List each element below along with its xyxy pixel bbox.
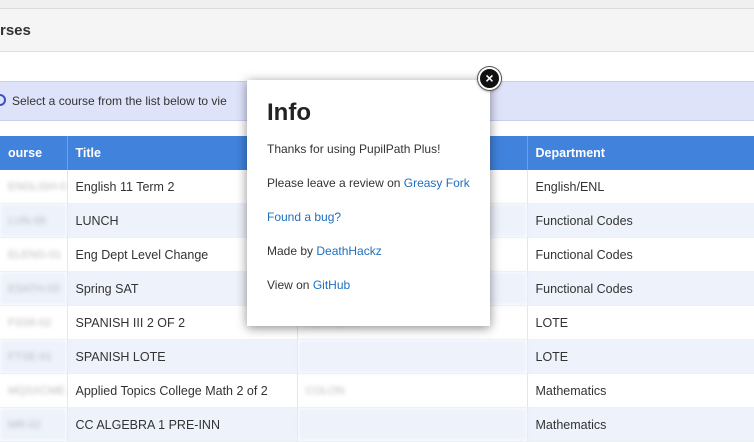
department-cell: English/ENL <box>527 170 754 204</box>
department-cell: LOTE <box>527 305 754 340</box>
column-header-department[interactable]: Department <box>527 136 754 170</box>
thanks-text: Thanks for using PupilPath Plus! <box>267 142 441 156</box>
found-bug-link[interactable]: Found a bug? <box>267 210 341 224</box>
made-by-text: Made by <box>267 244 317 258</box>
info-icon <box>0 94 6 106</box>
course-code-cell: ESATH-03 <box>0 271 68 306</box>
table-row[interactable]: FTSE-01 SPANISH LOTE LOTE <box>0 339 754 374</box>
github-line: View on GitHub <box>267 278 470 293</box>
author-link[interactable]: DeathHackz <box>316 244 381 258</box>
course-code-cell: LUN-06 <box>0 203 68 238</box>
review-text: Please leave a review on <box>267 176 404 190</box>
panel-header: rses <box>0 9 754 52</box>
table-row[interactable]: MR-02 CC ALGEBRA 1 PRE-INN Mathematics <box>0 407 754 442</box>
department-cell: Mathematics <box>527 373 754 408</box>
teacher-cell: COLON <box>297 373 528 408</box>
teacher-cell <box>297 407 528 442</box>
review-line: Please leave a review on Greasy Fork <box>267 176 470 191</box>
modal-title: Info <box>267 99 311 126</box>
department-cell: LOTE <box>527 339 754 374</box>
made-by-line: Made by DeathHackz <box>267 244 470 259</box>
bug-line: Found a bug? <box>267 210 470 225</box>
course-title-cell: Applied Topics College Math 2 of 2 <box>67 373 298 408</box>
department-cell: Functional Codes <box>527 237 754 272</box>
course-code-cell: MQSXCME-0 <box>0 373 68 408</box>
column-header-course[interactable]: ourse <box>0 136 68 170</box>
course-code-cell: ELENG-01 <box>0 237 68 272</box>
top-bar <box>0 0 754 9</box>
view-on-text: View on <box>267 278 313 292</box>
alert-text: Select a course from the list below to v… <box>12 94 227 108</box>
greasy-fork-link[interactable]: Greasy Fork <box>404 176 470 190</box>
table-row[interactable]: MQSXCME-0 Applied Topics College Math 2 … <box>0 373 754 408</box>
close-icon[interactable]: × <box>478 67 501 90</box>
course-code-cell: FSS6-02 <box>0 305 68 340</box>
course-title-cell: SPANISH LOTE <box>67 339 298 374</box>
department-cell: Functional Codes <box>527 271 754 306</box>
info-modal: Info Thanks for using PupilPath Plus! Pl… <box>247 80 490 326</box>
course-code-cell: FTSE-01 <box>0 339 68 374</box>
department-cell: Mathematics <box>527 407 754 442</box>
course-code-cell: MR-02 <box>0 407 68 442</box>
teacher-cell <box>297 339 528 374</box>
course-title-cell: CC ALGEBRA 1 PRE-INN <box>67 407 298 442</box>
panel-title: rses <box>0 22 31 39</box>
course-code-cell: ENGLISH-01 <box>0 170 68 204</box>
department-cell: Functional Codes <box>527 203 754 238</box>
github-link[interactable]: GitHub <box>313 278 350 292</box>
